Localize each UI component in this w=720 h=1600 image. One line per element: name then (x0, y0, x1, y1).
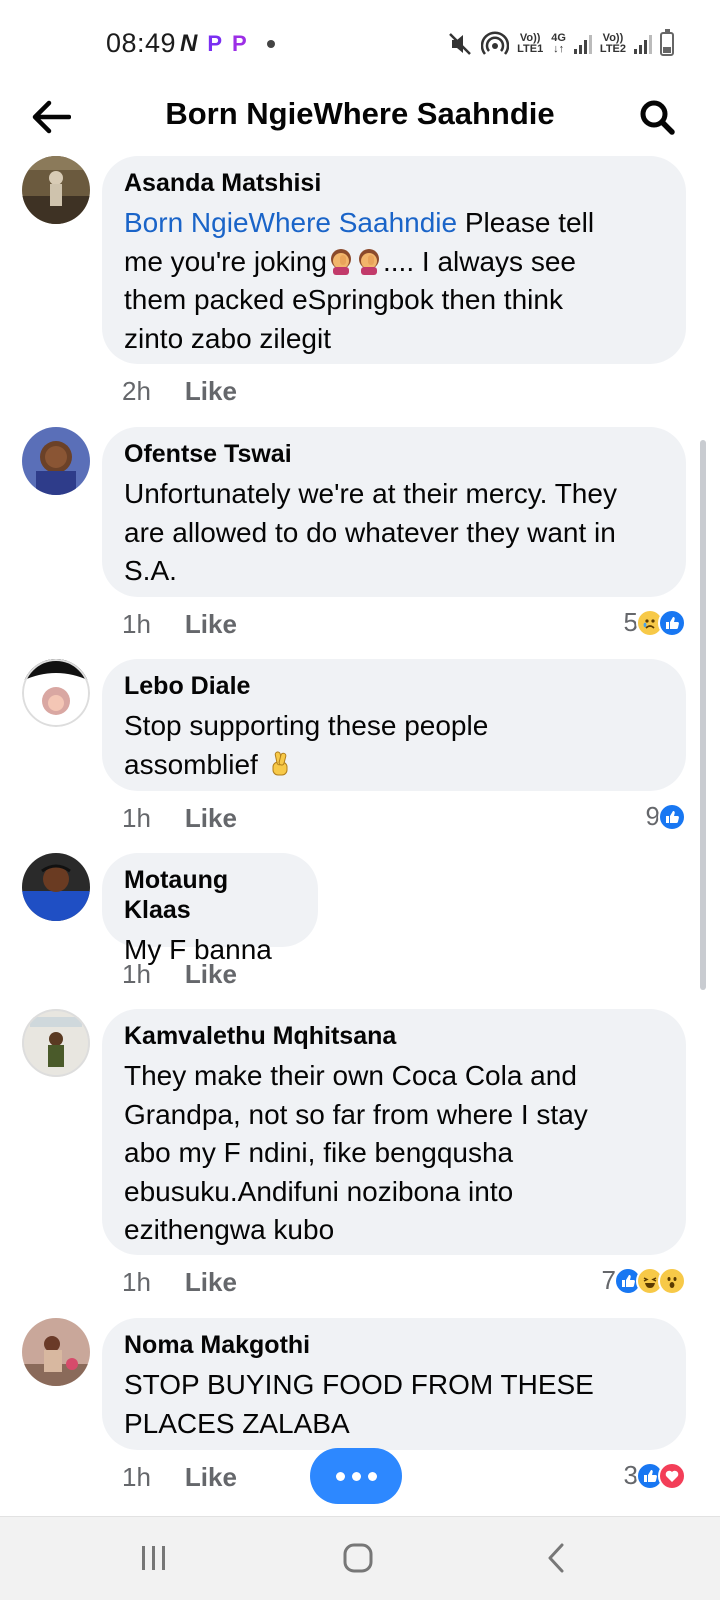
avatar[interactable] (22, 1318, 90, 1386)
reaction-summary[interactable]: 7 (602, 1265, 686, 1296)
comment-time[interactable]: 1h (122, 609, 151, 640)
app-p-icon: P (207, 31, 223, 56)
app-p-icon-2: P (232, 31, 247, 56)
status-time: 08:49 (106, 28, 177, 58)
like-button[interactable]: Like (185, 1462, 237, 1493)
comment-time[interactable]: 1h (122, 803, 151, 834)
system-navigation-bar (0, 1516, 720, 1600)
comment-time[interactable]: 1h (122, 1462, 151, 1493)
notification-icons: N P P (180, 30, 275, 58)
comment-meta: 1h Like (122, 959, 237, 990)
sim2-volte-icon: Vo)) LTE2 (599, 32, 626, 55)
reaction-summary[interactable]: 5 (624, 607, 686, 638)
scrollbar[interactable] (700, 440, 706, 990)
avatar-image (22, 1318, 90, 1386)
comment-bubble[interactable]: Lebo Diale Stop supporting these people … (102, 659, 686, 791)
more-options-button[interactable] (310, 1448, 402, 1504)
comment-time[interactable]: 1h (122, 1267, 151, 1298)
like-reaction-icon (658, 608, 686, 637)
avatar[interactable] (22, 853, 90, 921)
like-button[interactable]: Like (185, 803, 237, 834)
comment-bubble[interactable]: Noma Makgothi STOP BUYING FOOD FROM THES… (102, 1318, 686, 1450)
like-button[interactable]: Like (185, 609, 237, 640)
recent-apps-icon (142, 1546, 165, 1570)
hotspot-icon (481, 31, 510, 55)
comment-text: Stop supporting these people assomblief (124, 710, 489, 780)
comment-meta: 1h Like (122, 1462, 237, 1493)
facepalm-emoji-icon (331, 248, 351, 275)
avatar[interactable] (22, 1009, 90, 1077)
comment-text: They make their own Coca Cola and Grandp… (124, 1060, 588, 1245)
mention-link[interactable]: Born NgieWhere Saahndie (124, 207, 457, 238)
battery-icon (660, 29, 674, 56)
comment-bubble[interactable]: Ofentse Tswai Unfortunately we're at the… (102, 427, 686, 597)
avatar[interactable] (22, 659, 90, 727)
dot-icon (335, 1471, 345, 1481)
signal-strength-2-icon (634, 34, 652, 54)
comment-meta: 1h Like (122, 609, 237, 640)
more-notifications-dot-icon (266, 40, 275, 48)
avatar-image (22, 659, 90, 727)
comment-text: Unfortunately we're at their mercy. They… (124, 478, 617, 586)
system-icons: Vo)) LTE1 4G ↓↑ Vo)) LTE2 (447, 29, 674, 58)
avatar[interactable] (22, 156, 90, 224)
app-header: Born NgieWhere Saahndie (0, 88, 720, 156)
search-button[interactable] (632, 92, 682, 142)
comment-author[interactable]: Kamvalethu Mqhitsana (124, 1021, 664, 1051)
chevron-left-icon (548, 1543, 564, 1573)
like-button[interactable]: Like (185, 1267, 237, 1298)
avatar-image (22, 853, 90, 921)
crossed-fingers-emoji-icon (272, 750, 288, 775)
facepalm-emoji-icon (359, 248, 379, 275)
comment-text: Born NgieWhere Saahndie Please tell me y… (124, 207, 595, 354)
network-type-icon: 4G ↓↑ (551, 32, 566, 55)
avatar-image (22, 427, 90, 495)
like-reaction-icon (658, 802, 686, 831)
system-back-button[interactable] (526, 1533, 586, 1583)
avatar-image (22, 1009, 90, 1077)
comment-author[interactable]: Noma Makgothi (124, 1330, 664, 1360)
comment-meta: 1h Like (122, 803, 237, 834)
avatar[interactable] (22, 427, 90, 495)
signal-strength-1-icon (573, 34, 592, 54)
netflix-icon: N (180, 30, 198, 57)
comment-bubble[interactable]: Asanda Matshisi Born NgieWhere Saahndie … (102, 156, 686, 364)
page-title: Born NgieWhere Saahndie (165, 96, 555, 131)
status-bar: 08:49 N P P Vo)) LTE1 4G ↓↑ Vo)) LTE2 (0, 0, 720, 88)
comment-meta: 2h Like (122, 376, 237, 407)
recent-apps-button[interactable] (124, 1533, 184, 1583)
comment-time[interactable]: 1h (122, 959, 151, 990)
reaction-summary[interactable]: 3 (624, 1460, 686, 1491)
comment-meta: 1h Like (122, 1267, 237, 1298)
comment-time[interactable]: 2h (122, 376, 151, 407)
wow-reaction-icon (658, 1266, 686, 1295)
reaction-summary[interactable]: 9 (646, 801, 686, 832)
comment-bubble[interactable]: Kamvalethu Mqhitsana They make their own… (102, 1009, 686, 1255)
love-reaction-icon (658, 1461, 686, 1490)
home-icon (343, 1543, 373, 1573)
comment-author[interactable]: Asanda Matshisi (124, 168, 664, 198)
avatar-image (22, 156, 90, 224)
comment-author[interactable]: Lebo Diale (124, 671, 664, 701)
comment-text: STOP BUYING FOOD FROM THESE PLACES ZALAB… (124, 1369, 594, 1439)
dot-icon (351, 1471, 361, 1481)
search-icon (640, 100, 675, 135)
dot-icon (367, 1471, 377, 1481)
mute-icon (449, 33, 472, 55)
comment-bubble[interactable]: Motaung Klaas My F banna (102, 853, 318, 965)
comment-author[interactable]: Motaung Klaas (124, 865, 296, 925)
like-button[interactable]: Like (185, 376, 237, 407)
home-button[interactable] (328, 1533, 388, 1583)
sim1-volte-icon: Vo)) LTE1 (517, 32, 544, 55)
comment-author[interactable]: Ofentse Tswai (124, 439, 664, 469)
like-button[interactable]: Like (185, 959, 237, 990)
